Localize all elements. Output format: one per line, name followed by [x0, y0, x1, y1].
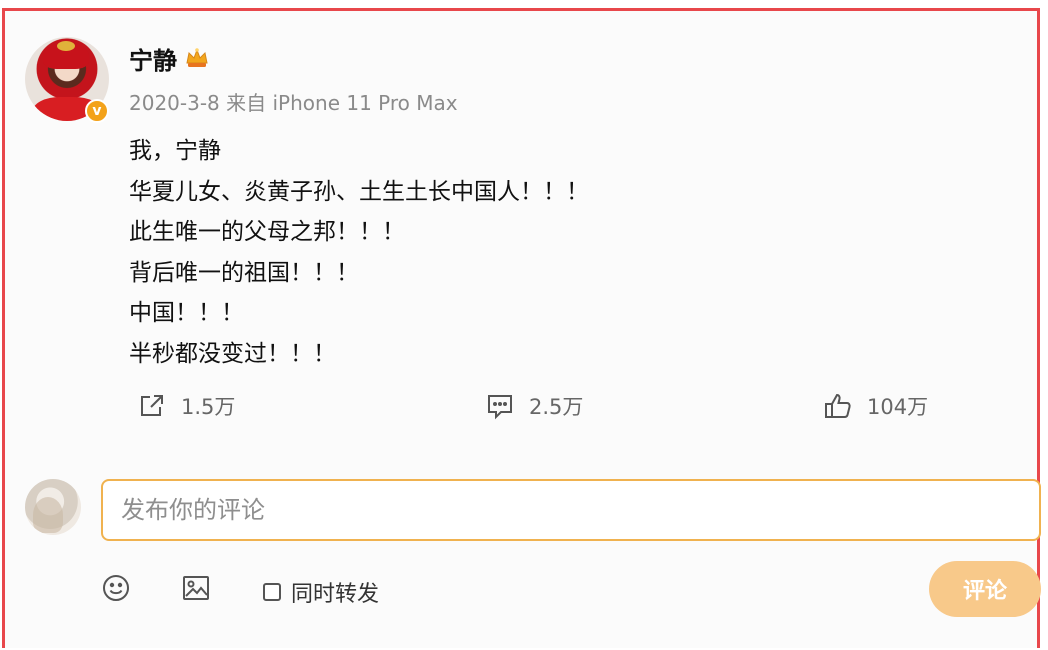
- repost-button[interactable]: 1.5万: [137, 391, 235, 421]
- post-meta: 2020-3-8 来自 iPhone 11 Pro Max: [129, 91, 458, 115]
- avatar-headdress: [43, 41, 89, 69]
- post-line: 我，宁静: [129, 138, 221, 164]
- forward-label: 同时转发: [291, 582, 380, 607]
- comment-count: 2.5万: [529, 395, 584, 419]
- author-name[interactable]: 宁静: [129, 41, 177, 76]
- emoji-icon[interactable]: [101, 573, 131, 603]
- share-icon: [141, 395, 163, 416]
- repost-count: 1.5万: [181, 395, 236, 419]
- post-line: 华夏儿女、炎黄子孙、土生土长中国人！！！: [129, 178, 589, 205]
- forward-checkbox[interactable]: [263, 583, 281, 601]
- thumbs-up-icon: [825, 393, 851, 418]
- current-user-avatar: [25, 479, 81, 535]
- image-icon[interactable]: [181, 573, 211, 603]
- post-line: 半秒都没变过！！！: [129, 340, 336, 367]
- post-line: 此生唯一的父母之邦！！！: [129, 219, 405, 246]
- post-content: 我，宁静 华夏儿女、炎黄子孙、土生土长中国人！！！ 此生唯一的父母之邦！！！ 背…: [129, 131, 589, 375]
- post-line: 中国！！！: [129, 300, 244, 327]
- verified-badge: v: [85, 99, 109, 123]
- forward-toggle[interactable]: 同时转发: [263, 576, 379, 608]
- comment-input[interactable]: [101, 479, 1041, 541]
- weibo-post-card: v 宁静 2020-3-8 来自 iPhone 11 Pro Max 我，宁静 …: [2, 8, 1041, 648]
- comment-button[interactable]: 2.5万: [485, 391, 583, 421]
- comment-icon: [488, 395, 512, 420]
- post-line: 背后唯一的祖国！！！: [129, 259, 359, 286]
- like-button[interactable]: 104万: [823, 391, 928, 421]
- submit-comment-button[interactable]: 评论: [929, 561, 1041, 617]
- like-count: 104万: [867, 395, 929, 419]
- crown-icon: [186, 48, 208, 67]
